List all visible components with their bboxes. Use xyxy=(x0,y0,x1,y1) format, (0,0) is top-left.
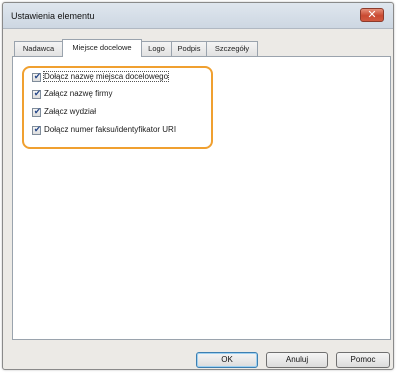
tab-sender[interactable]: Nadawca xyxy=(14,41,63,56)
item-settings-dialog: Ustawienia elementu ✕ Nadawca Miejsce do… xyxy=(2,2,394,370)
checkmark-icon: ✔ xyxy=(33,106,42,116)
checkbox[interactable]: ✔ xyxy=(32,88,42,99)
option-label: Załącz wydział xyxy=(44,107,97,116)
window-title: Ustawienia elementu xyxy=(11,11,95,21)
option-label: Dołącz numer faksu/identyfikator URI xyxy=(44,125,177,134)
tab-details[interactable]: Szczegóły xyxy=(206,41,258,56)
checkmark-icon: ✔ xyxy=(33,88,42,98)
close-icon: ✕ xyxy=(367,9,377,21)
option-label: Dołącz nazwę miejsca docelowego xyxy=(42,71,170,82)
checkbox[interactable]: ✔ xyxy=(32,71,42,82)
checkmark-icon: ✔ xyxy=(33,71,42,81)
title-bar: Ustawienia elementu ✕ xyxy=(3,3,393,29)
checkmark-icon: ✔ xyxy=(33,124,42,134)
tab-signature[interactable]: Podpis xyxy=(171,41,207,56)
tab-logo[interactable]: Logo xyxy=(141,41,172,56)
checkbox[interactable]: ✔ xyxy=(32,106,42,117)
tab-destination[interactable]: Miejsce docelowe xyxy=(62,39,142,57)
close-button[interactable]: ✕ xyxy=(360,8,384,22)
ok-button[interactable]: OK xyxy=(196,352,258,368)
option-label: Załącz nazwę firmy xyxy=(44,89,113,98)
checkbox[interactable]: ✔ xyxy=(32,124,42,135)
cancel-button[interactable]: Anuluj xyxy=(266,352,328,368)
help-button[interactable]: Pomoc xyxy=(336,352,390,368)
destination-panel: ✔ Dołącz nazwę miejsca docelowego ✔ Załą… xyxy=(12,56,391,340)
